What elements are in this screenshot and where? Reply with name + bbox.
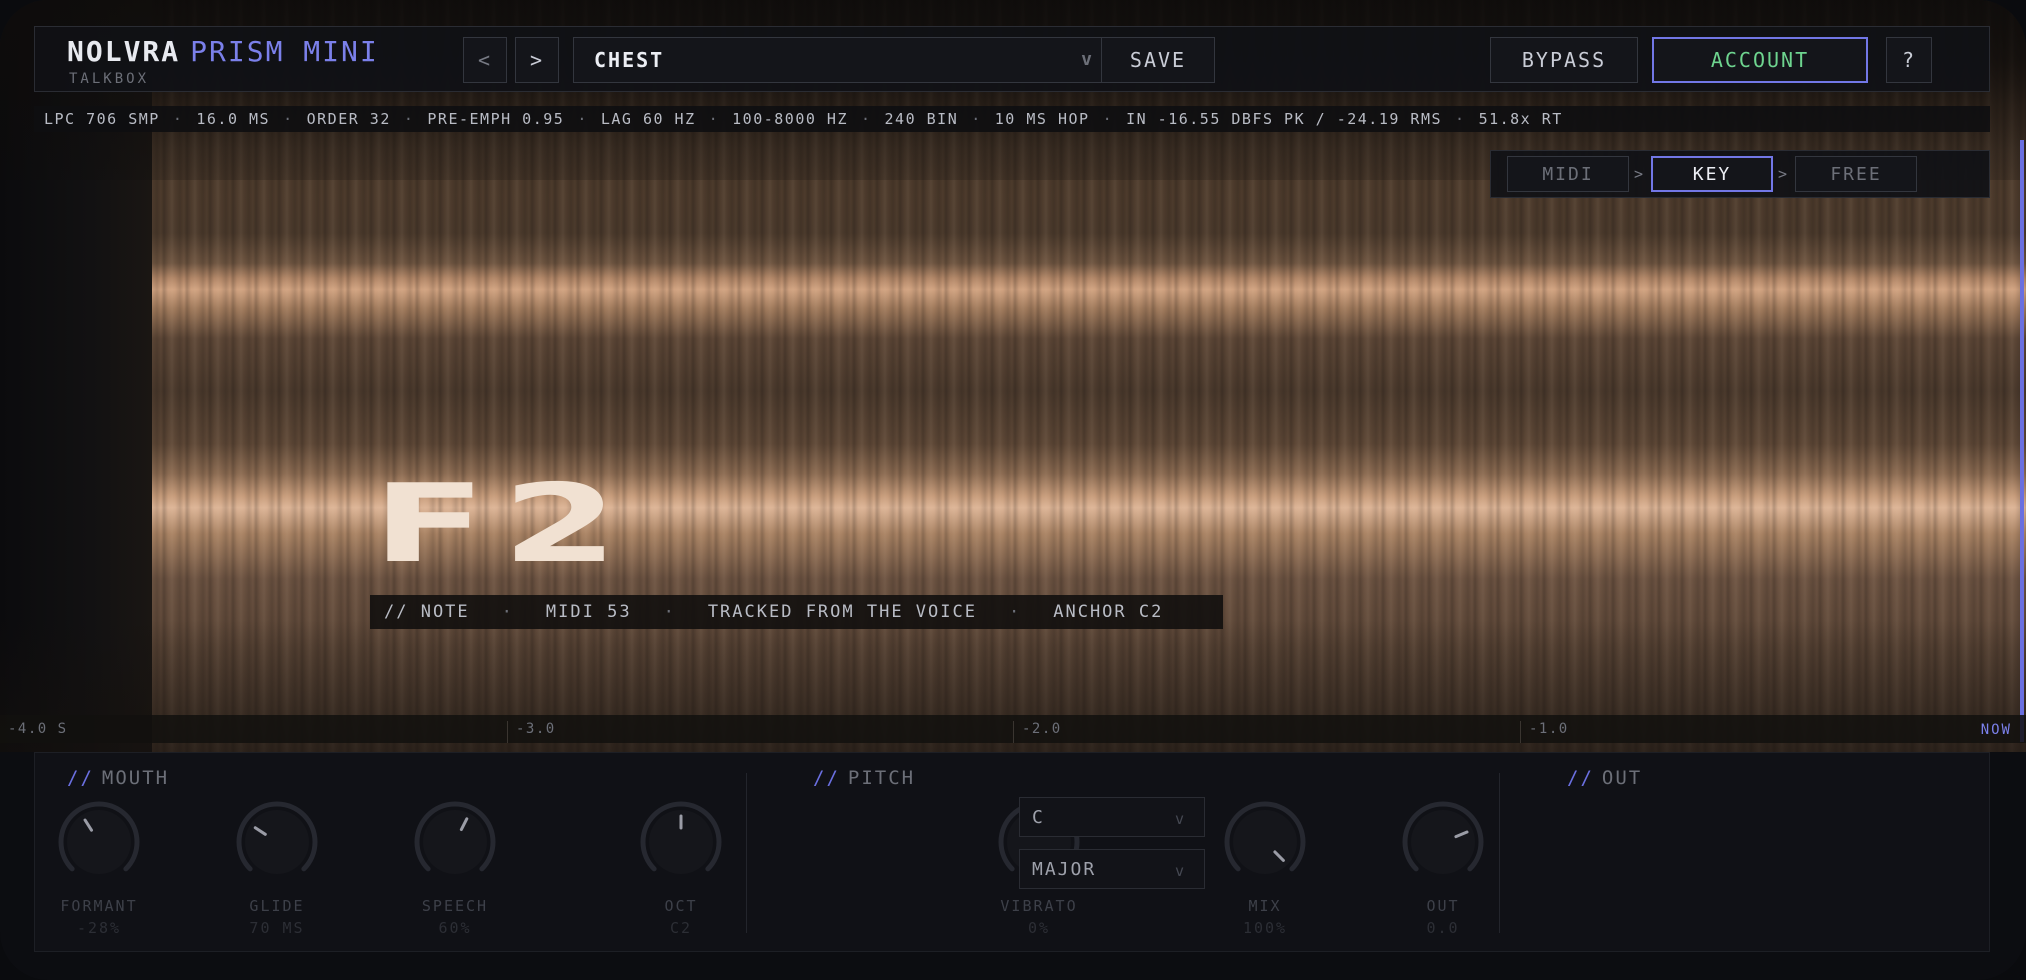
knob-label-out: OUT — [1426, 897, 1460, 915]
section-slash: // — [1567, 767, 1594, 789]
mode-midi-button[interactable]: MIDI — [1507, 156, 1629, 192]
knob-value-oct: C2 — [669, 919, 693, 937]
mode-free-button[interactable]: FREE — [1795, 156, 1917, 192]
knob-out[interactable] — [1400, 799, 1486, 885]
note-source: TRACKED FROM THE VOICE — [707, 602, 977, 622]
ruler-tick: -1.0 — [1520, 721, 1569, 743]
stat-item: LAG 60 HZ — [600, 110, 696, 128]
key-value: C — [1032, 806, 1045, 828]
playhead-accent — [2020, 140, 2024, 742]
separator: · — [971, 110, 982, 128]
scale-value: MAJOR — [1032, 858, 1097, 880]
knob-value-formant: -28% — [76, 919, 122, 937]
separator: · — [283, 110, 294, 128]
pitch-mode-switch: MIDI > KEY > FREE — [1490, 150, 1990, 198]
ruler-now-label: NOW — [1980, 722, 2012, 738]
scale-select[interactable]: MAJOR v — [1019, 849, 1205, 889]
previous-preset-button[interactable]: < — [463, 37, 507, 83]
knob-dial-icon — [58, 801, 140, 874]
separator: · — [861, 110, 872, 128]
header-bar: NOLVRA PRISM MINI TALKBOX < > CHEST v SAV… — [34, 26, 1990, 92]
section-label: OUT — [1601, 767, 1643, 789]
chevron-down-icon: v — [1081, 49, 1094, 70]
knob-dial-icon — [1224, 801, 1306, 874]
knob-mix[interactable] — [1222, 799, 1308, 885]
note-anchor: ANCHOR C2 — [1053, 602, 1164, 622]
section-slash: // — [67, 767, 94, 789]
knob-label-formant: FORMANT — [60, 897, 138, 915]
account-button[interactable]: ACCOUNT — [1652, 37, 1868, 83]
knob-label-speech: SPEECH — [421, 897, 489, 915]
brand-name: NOLVRA — [67, 35, 181, 68]
separator: · — [172, 110, 184, 128]
knob-dial-icon — [414, 801, 496, 874]
note-info-bar: // NOTE · MIDI 53 · TRACKED FROM THE VOI… — [370, 595, 1223, 629]
bypass-button[interactable]: BYPASS — [1490, 37, 1638, 83]
note-midi: MIDI 53 — [545, 602, 632, 622]
stat-item: LPC 706 SMP — [44, 110, 160, 128]
separator: · — [1008, 602, 1022, 622]
controls-panel: // MOUTH // PITCH // OUT FORMANT -28% GLIDE 70… — [34, 752, 1990, 952]
preset-name: CHEST — [594, 48, 665, 72]
separator: · — [403, 110, 415, 128]
knob-value-glide: 70 MS — [249, 919, 305, 937]
preset-select[interactable]: CHEST v — [573, 37, 1115, 83]
note-info-label: // NOTE — [384, 602, 470, 622]
ruler-tick: -2.0 — [1013, 721, 1062, 743]
knob-oct[interactable] — [638, 799, 724, 885]
stat-item: ORDER 32 — [306, 110, 391, 128]
ruler-tick: -4.0 S — [8, 721, 68, 737]
next-preset-button[interactable]: > — [515, 37, 559, 83]
chevron-right-icon: > — [1778, 165, 1788, 183]
chevron-down-icon: v — [1174, 810, 1186, 828]
separator: · — [577, 110, 588, 128]
section-slash: // — [813, 767, 840, 789]
knob-label-oct: OCT — [664, 897, 698, 915]
knob-speech[interactable] — [412, 799, 498, 885]
brand: NOLVRA PRISM MINI — [67, 35, 379, 68]
section-label: PITCH — [847, 767, 916, 789]
separator: · — [501, 602, 514, 622]
stat-item: 10 MS HOP — [994, 110, 1090, 128]
stat-item: PRE-EMPH 0.95 — [427, 110, 565, 128]
stat-item: IN -16.55 DBFS PK / -24.19 RMS — [1126, 110, 1443, 128]
save-button[interactable]: SAVE — [1101, 37, 1215, 83]
time-ruler: -4.0 S -3.0 -2.0 -1.0 NOW — [0, 715, 2026, 743]
stat-item: 16.0 MS — [196, 110, 271, 128]
analysis-stats-bar: LPC 706 SMP · 16.0 MS · ORDER 32 · PRE-EMPH 0.… — [34, 106, 1990, 132]
knob-dial-icon — [640, 801, 722, 874]
knob-label-vibrato: VIBRATO — [1000, 897, 1078, 915]
knob-value-vibrato: 0% — [1027, 919, 1051, 937]
chevron-down-icon: v — [1174, 862, 1186, 880]
ruler-tick: -3.0 — [507, 721, 556, 743]
detected-note: F2 — [372, 462, 634, 587]
brand-product: PRISM MINI — [190, 35, 379, 68]
stat-item: 240 BIN — [884, 110, 959, 128]
chevron-right-icon: > — [1634, 165, 1644, 183]
section-label: MOUTH — [101, 767, 170, 789]
plugin-window: NOLVRA PRISM MINI TALKBOX < > CHEST v SAV… — [0, 0, 2026, 980]
knob-dial-icon — [1402, 801, 1484, 874]
knob-label-glide: GLIDE — [249, 897, 305, 915]
section-title-pitch: // PITCH — [813, 767, 915, 789]
knob-value-speech: 60% — [438, 919, 472, 937]
stat-item: 100-8000 HZ — [732, 110, 848, 128]
separator: · — [708, 110, 720, 128]
section-title-out: // OUT — [1567, 767, 1642, 789]
brand-subtitle: TALKBOX — [69, 71, 150, 87]
knob-value-mix: 100% — [1242, 919, 1288, 937]
knob-label-mix: MIX — [1248, 897, 1282, 915]
knob-value-out: 0.0 — [1426, 919, 1460, 937]
key-select[interactable]: C v — [1019, 797, 1205, 837]
separator: · — [1455, 110, 1466, 128]
section-title-mouth: // MOUTH — [67, 767, 169, 789]
separator: · — [663, 602, 676, 622]
separator: · — [1102, 110, 1114, 128]
knob-formant[interactable] — [56, 799, 142, 885]
knob-glide[interactable] — [234, 799, 320, 885]
knob-dial-icon — [236, 801, 318, 874]
stat-item: 51.8x RT — [1478, 110, 1563, 128]
mode-key-button[interactable]: KEY — [1651, 156, 1773, 192]
help-button[interactable]: ? — [1886, 37, 1932, 83]
